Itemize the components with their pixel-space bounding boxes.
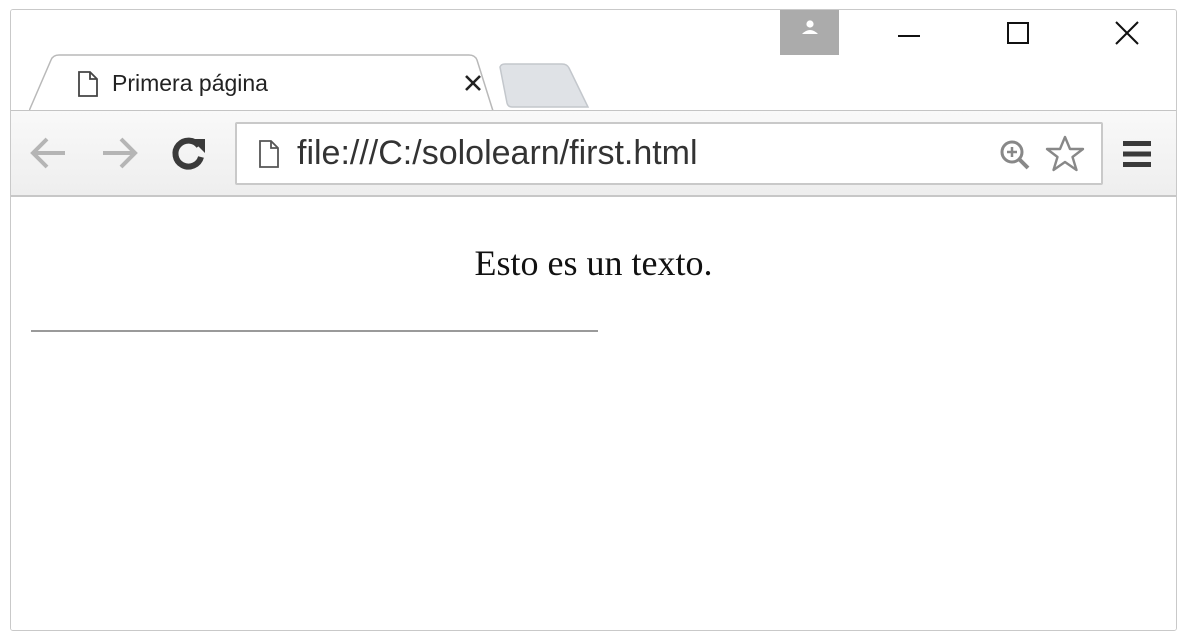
title-bar: Primera página (11, 10, 1176, 112)
url-text[interactable]: file:///C:/sololearn/first.html (297, 134, 698, 173)
star-icon[interactable] (1045, 135, 1085, 173)
address-bar[interactable]: file:///C:/sololearn/first.html (235, 122, 1103, 185)
hamburger-menu-icon[interactable] (1121, 139, 1153, 169)
minimize-button[interactable] (879, 10, 939, 55)
reload-icon[interactable] (169, 135, 207, 173)
horizontal-rule (31, 330, 598, 332)
profile-button[interactable] (780, 10, 839, 55)
close-window-button[interactable] (1097, 10, 1157, 55)
tab-primera-pagina[interactable]: Primera página (29, 54, 494, 112)
page-icon (78, 71, 98, 97)
arrow-right-icon[interactable] (99, 135, 139, 171)
browser-toolbar: file:///C:/sololearn/first.html (11, 110, 1176, 197)
avatar-icon (802, 20, 818, 34)
tab-title: Primera página (112, 70, 268, 96)
maximize-button[interactable] (988, 10, 1048, 55)
maximize-icon (1007, 21, 1029, 44)
new-tab-button[interactable] (498, 63, 590, 109)
zoom-in-icon[interactable] (999, 139, 1031, 171)
page-icon (259, 140, 279, 168)
arrow-left-icon[interactable] (29, 135, 69, 171)
tab-close-icon[interactable] (464, 74, 482, 92)
minimize-icon (898, 34, 920, 37)
paragraph-text: Esto es un texto. (474, 243, 713, 283)
close-icon (1115, 20, 1139, 45)
browser-window: Primera página file:///C:/sololearn/firs… (10, 9, 1177, 631)
page-content: Esto es un texto. (11, 197, 1176, 630)
